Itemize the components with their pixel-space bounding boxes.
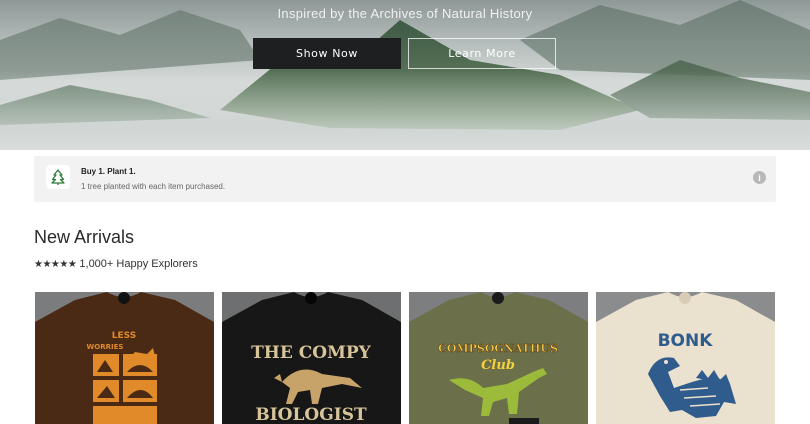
- product-image: THE COMPY BIOLOGIST: [222, 292, 401, 424]
- product-card[interactable]: BONK: [596, 292, 775, 424]
- section-title: New Arrivals: [34, 227, 135, 247]
- print-text-bottom: BIOLOGIST: [255, 405, 367, 424]
- promo-title: Buy 1. Plant 1.: [81, 167, 136, 176]
- product-image: BONK: [596, 292, 775, 424]
- print-text-top: BONK: [658, 331, 714, 351]
- star-rating-icon: ★★★★★: [34, 259, 77, 270]
- hero-banner: Inspired by the Archives of Natural Hist…: [0, 0, 810, 150]
- promo-subtitle: 1 tree planted with each item purchased.: [81, 182, 226, 191]
- product-card[interactable]: COMPSOGNATHUS Club: [409, 292, 588, 424]
- print-text-bottom: WORRIES: [87, 343, 124, 351]
- learn-more-button[interactable]: Learn More: [408, 38, 556, 69]
- product-image: COMPSOGNATHUS Club: [409, 292, 588, 424]
- product-image: LESS WORRIES: [35, 292, 214, 424]
- tree-icon: [46, 165, 70, 189]
- promo-banner: Buy 1. Plant 1. 1 tree planted with each…: [34, 156, 776, 202]
- info-icon[interactable]: i: [753, 171, 766, 184]
- rating-text: 1,000+ Happy Explorers: [79, 258, 198, 270]
- print-text-top: COMPSOGNATHUS: [438, 342, 558, 355]
- print-text-bottom: Club: [481, 358, 515, 373]
- product-card[interactable]: LESS WORRIES: [35, 292, 214, 424]
- mountain-landscape-image: [0, 0, 810, 150]
- print-text-top: THE COMPY: [251, 343, 372, 363]
- show-now-button[interactable]: Show Now: [253, 38, 401, 69]
- hero-tagline: Inspired by the Archives of Natural Hist…: [277, 6, 533, 21]
- rating-row: ★★★★★ 1,000+ Happy Explorers: [34, 258, 198, 270]
- product-card[interactable]: THE COMPY BIOLOGIST: [222, 292, 401, 424]
- print-text-top: LESS: [112, 331, 136, 341]
